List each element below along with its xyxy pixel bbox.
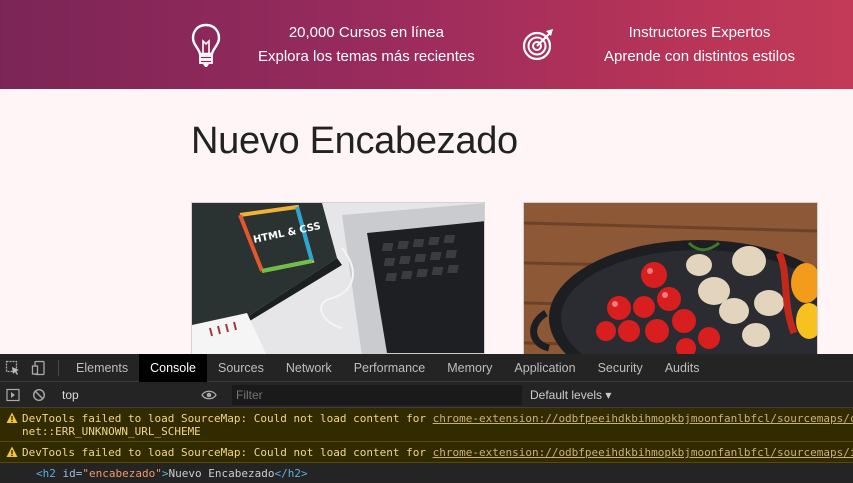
tab-network[interactable]: Network <box>275 354 343 382</box>
tab-security[interactable]: Security <box>587 354 654 382</box>
lightbulb-icon <box>188 21 224 69</box>
course-card-cooking[interactable] <box>523 202 818 355</box>
sidebar-toggle-icon[interactable] <box>0 381 26 409</box>
tab-audits[interactable]: Audits <box>654 354 711 382</box>
course-card-html-css[interactable]: HTML & CSS <box>191 202 485 355</box>
tab-console[interactable]: Console <box>139 353 207 382</box>
console-warning: DevTools failed to load SourceMap: Could… <box>0 408 853 442</box>
tab-memory[interactable]: Memory <box>436 354 503 382</box>
warning-icon <box>6 446 18 457</box>
sourcemap-link[interactable]: chrome-extension://odbfpeeihdkbihmopkbjm… <box>433 412 853 425</box>
course-image-vegetables <box>524 203 817 354</box>
tab-sources[interactable]: Sources <box>207 354 275 382</box>
feature-subtitle: Explora los temas más recientes <box>258 47 475 65</box>
devtools-panel: Elements Console Sources Network Perform… <box>0 353 853 483</box>
device-toolbar-icon[interactable] <box>26 354 52 382</box>
feature-expert-instructors: Instructores Expertos Aprende con distin… <box>520 0 795 89</box>
tab-application[interactable]: Application <box>503 354 586 382</box>
eye-icon[interactable] <box>196 381 222 409</box>
devtools-tabbar: Elements Console Sources Network Perform… <box>0 353 853 382</box>
context-selector[interactable]: top <box>62 388 196 402</box>
tab-elements[interactable]: Elements <box>65 354 139 382</box>
feature-online-courses: 20,000 Cursos en línea Explora los temas… <box>188 0 475 89</box>
console-warning: DevTools failed to load SourceMap: Could… <box>0 442 853 463</box>
features-banner: 20,000 Cursos en línea Explora los temas… <box>0 0 853 89</box>
log-levels-dropdown[interactable]: Default levels ▾ <box>530 388 611 402</box>
console-filter-input[interactable] <box>232 384 522 405</box>
feature-title: Instructores Expertos <box>628 23 771 41</box>
page: 20,000 Cursos en línea Explora los temas… <box>0 0 853 483</box>
console-toolbar: top Default levels ▾ <box>0 382 853 408</box>
console-element-output[interactable]: <h2 id="encabezado">Nuevo Encabezado</h2… <box>0 463 853 480</box>
clear-console-icon[interactable] <box>26 381 52 409</box>
target-icon <box>520 21 556 69</box>
inspect-element-icon[interactable] <box>0 354 26 382</box>
tab-performance[interactable]: Performance <box>343 354 437 382</box>
feature-subtitle: Aprende con distintos estilos <box>604 47 795 65</box>
sourcemap-link[interactable]: chrome-extension://odbfpeeihdkbihmopkbjm… <box>433 446 853 459</box>
page-heading: Nuevo Encabezado <box>191 120 518 162</box>
course-image-laptop: HTML & CSS <box>192 203 484 354</box>
feature-title: 20,000 Cursos en línea <box>288 23 444 41</box>
warning-icon <box>6 412 18 423</box>
